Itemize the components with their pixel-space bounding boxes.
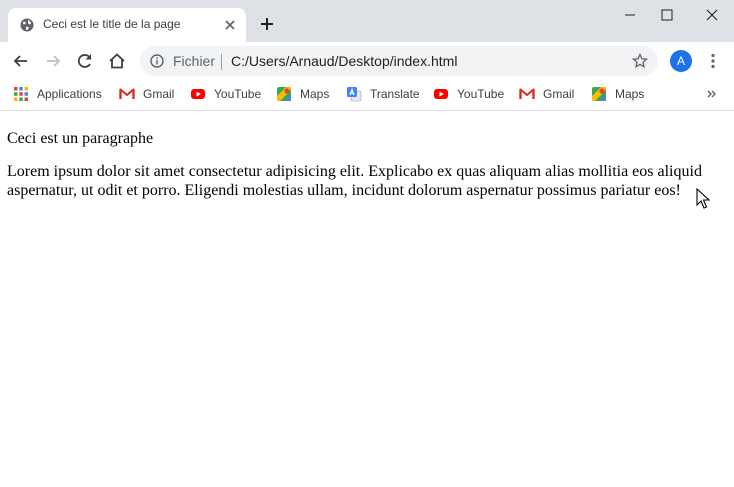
back-arrow-icon[interactable] <box>11 51 31 71</box>
star-icon[interactable] <box>632 53 648 69</box>
bookmark-applications[interactable]: Applications <box>13 85 102 103</box>
omnibox-separator <box>221 54 222 70</box>
maximize-icon[interactable] <box>645 0 689 30</box>
address-bar[interactable]: Fichier C:/Users/Arnaud/Desktop/index.ht… <box>140 46 658 76</box>
close-tab-icon[interactable] <box>224 19 236 31</box>
bookmark-youtube[interactable]: YouTube <box>190 85 261 103</box>
more-bookmarks-chevron-icon[interactable] <box>706 87 718 101</box>
bookmark-youtube[interactable]: YouTube <box>433 85 504 103</box>
new-tab-icon[interactable] <box>260 17 274 31</box>
title-bar: Ceci est le title de la page <box>0 0 734 42</box>
url-text[interactable]: C:/Users/Arnaud/Desktop/index.html <box>231 53 457 69</box>
translate-icon <box>347 87 362 102</box>
bookmark-label: Applications <box>37 87 102 101</box>
bookmark-label: YouTube <box>457 87 505 101</box>
page-content: Ceci est un paragraphe Lorem ipsum dolor… <box>0 111 734 487</box>
more-menu-icon[interactable] <box>709 53 717 69</box>
tab-active[interactable]: Ceci est le title de la page <box>8 8 246 42</box>
youtube-icon <box>434 89 448 99</box>
bookmark-maps[interactable]: Maps <box>276 85 329 103</box>
bookmark-label: Gmail <box>543 87 575 101</box>
bookmark-gmail[interactable]: Gmail <box>519 85 574 103</box>
bookmarks-bar: Applications Gmail YouTube Maps Translat… <box>0 80 734 111</box>
info-icon[interactable] <box>150 54 164 68</box>
bookmark-translate[interactable]: Translate <box>346 85 420 103</box>
scheme-label: Fichier <box>173 53 216 69</box>
gmail-icon <box>119 88 135 99</box>
gmail-icon <box>519 88 535 99</box>
globe-icon <box>20 18 34 32</box>
reload-icon[interactable] <box>75 51 95 71</box>
mouse-cursor-icon <box>696 188 710 209</box>
youtube-icon <box>191 89 205 99</box>
bookmark-label: Maps <box>615 87 645 101</box>
paragraph-1: Ceci est un paragraphe <box>7 130 154 147</box>
bookmark-label: Maps <box>300 87 330 101</box>
toolbar: Fichier C:/Users/Arnaud/Desktop/index.ht… <box>0 42 734 80</box>
bookmark-gmail[interactable]: Gmail <box>119 85 174 103</box>
bookmark-label: Translate <box>370 87 420 101</box>
close-window-icon[interactable] <box>690 0 734 30</box>
tab-title: Ceci est le title de la page <box>43 17 181 31</box>
maps-icon <box>277 87 291 101</box>
bookmark-maps[interactable]: Maps <box>591 85 644 103</box>
paragraph-2: Lorem ipsum dolor sit amet consectetur a… <box>7 163 702 199</box>
bookmark-label: Gmail <box>143 87 175 101</box>
profile-avatar[interactable]: A <box>670 50 692 72</box>
maps-icon <box>592 87 606 101</box>
bookmark-label: YouTube <box>214 87 262 101</box>
apps-grid-icon <box>14 87 28 101</box>
home-icon[interactable] <box>107 51 127 71</box>
forward-arrow-icon[interactable] <box>43 51 63 71</box>
